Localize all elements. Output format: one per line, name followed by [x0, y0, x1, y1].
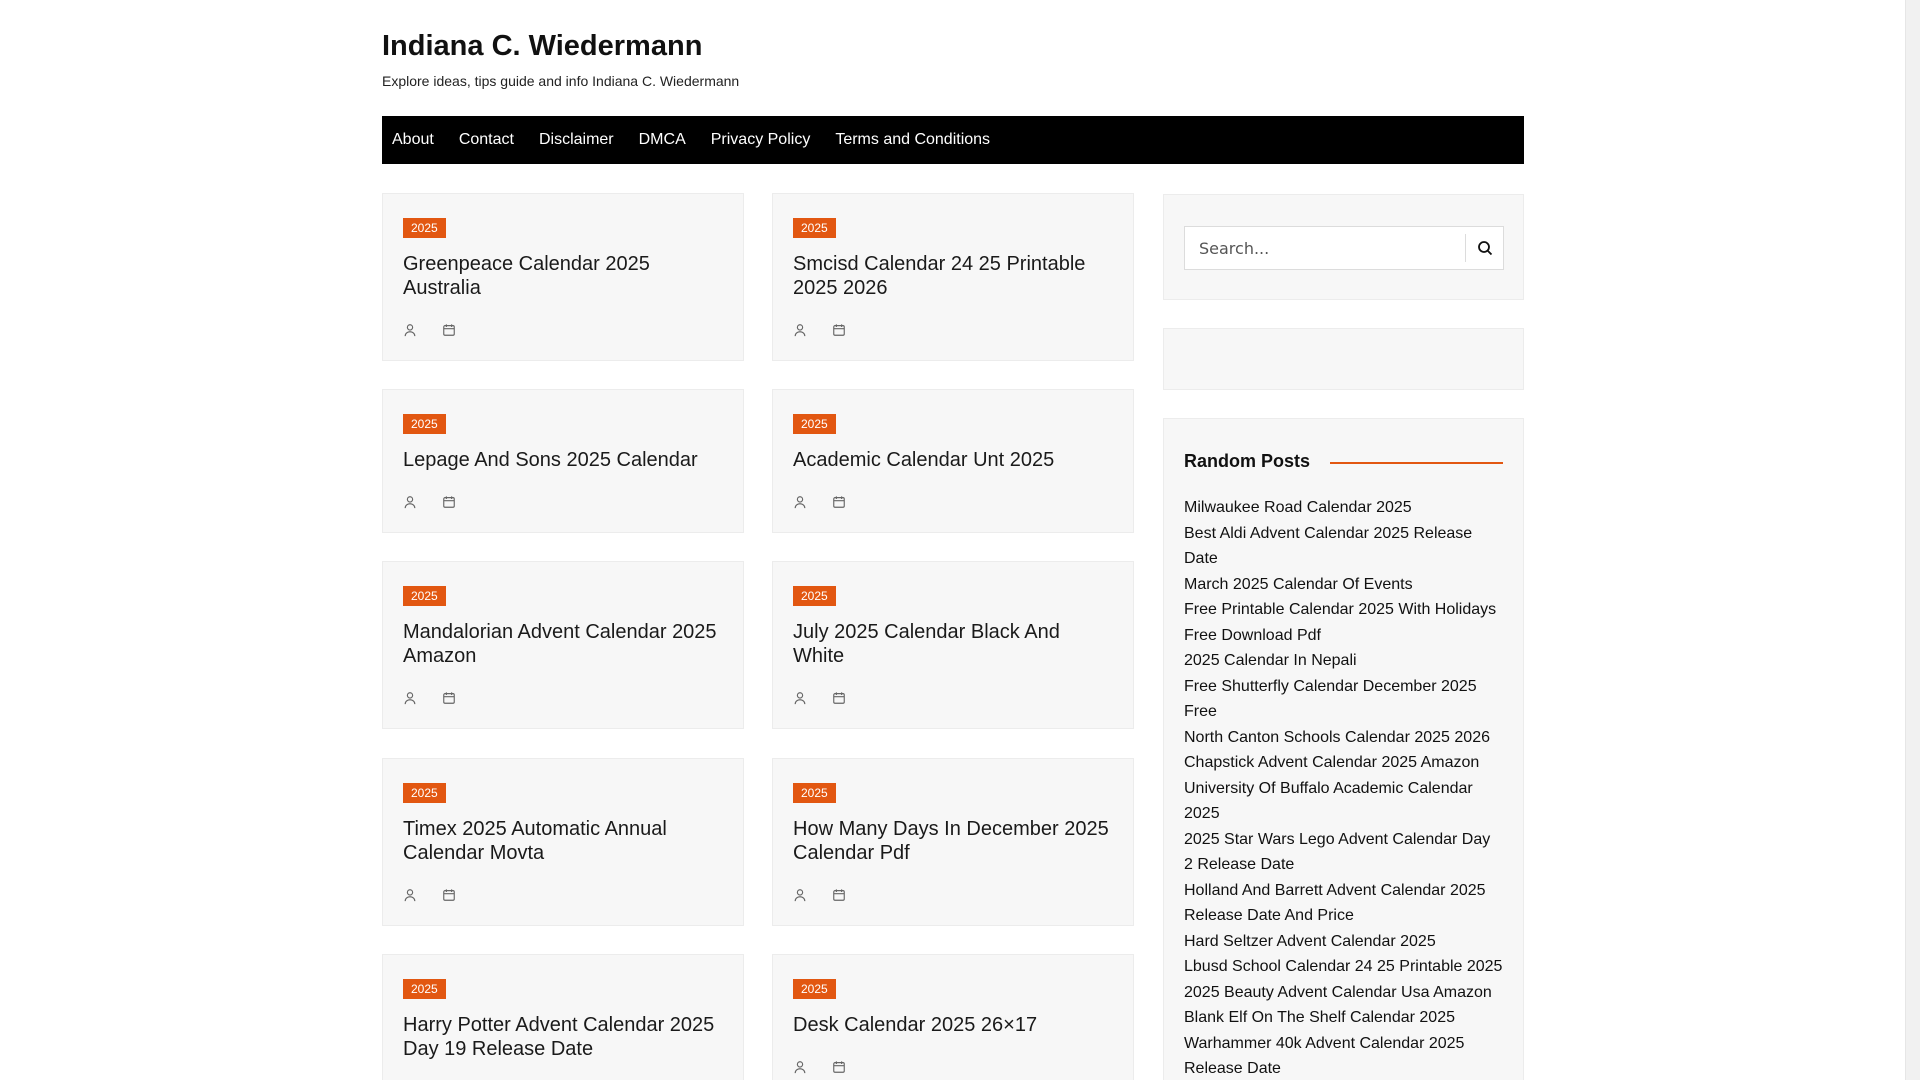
- page-scrollbar[interactable]: [1905, 0, 1920, 1080]
- post-card: 2025 Mandalorian Advent Calendar 2025 Am…: [382, 561, 744, 729]
- widget-title: Random Posts: [1184, 451, 1311, 471]
- category-badge[interactable]: 2025: [793, 783, 836, 803]
- random-post-link[interactable]: Best Aldi Advent Calendar 2025 Release D…: [1184, 521, 1503, 572]
- user-icon[interactable]: [403, 691, 417, 705]
- post-card: 2025 How Many Days In December 2025 Cale…: [772, 758, 1134, 926]
- calendar-icon[interactable]: [442, 495, 456, 509]
- title-divider: [1330, 462, 1503, 464]
- nav-item-disclaimer[interactable]: Disclaimer: [539, 116, 614, 164]
- user-icon[interactable]: [793, 1060, 807, 1074]
- category-badge[interactable]: 2025: [403, 218, 446, 238]
- random-post-link[interactable]: Chapstick Advent Calendar 2025 Amazon: [1184, 750, 1503, 776]
- post-card: 2025 Timex 2025 Automatic Annual Calenda…: [382, 758, 744, 926]
- site-title[interactable]: Indiana C. Wiedermann: [382, 28, 1524, 64]
- post-card: 2025 July 2025 Calendar Black And White: [772, 561, 1134, 729]
- calendar-icon[interactable]: [832, 323, 846, 337]
- user-icon[interactable]: [403, 323, 417, 337]
- post-card: 2025 Academic Calendar Unt 2025: [772, 389, 1134, 533]
- post-meta: [793, 690, 1113, 706]
- search-button[interactable]: [1465, 234, 1503, 262]
- search-icon: [1477, 240, 1493, 256]
- random-post-link[interactable]: March 2025 Calendar Of Events: [1184, 572, 1503, 598]
- user-icon[interactable]: [793, 888, 807, 902]
- user-icon[interactable]: [403, 495, 417, 509]
- category-badge[interactable]: 2025: [403, 414, 446, 434]
- post-title[interactable]: Academic Calendar Unt 2025: [793, 448, 1113, 472]
- random-post-link[interactable]: 2025 Calendar In Nepali: [1184, 648, 1503, 674]
- empty-widget: [1163, 328, 1524, 390]
- search-widget: [1163, 194, 1524, 300]
- site-header: Indiana C. Wiedermann Explore ideas, tip…: [382, 28, 1524, 90]
- post-card: 2025 Harry Potter Advent Calendar 2025 D…: [382, 954, 744, 1080]
- random-post-link[interactable]: North Canton Schools Calendar 2025 2026: [1184, 725, 1503, 751]
- user-icon[interactable]: [403, 888, 417, 902]
- category-badge[interactable]: 2025: [793, 218, 836, 238]
- calendar-icon[interactable]: [832, 495, 846, 509]
- calendar-icon[interactable]: [832, 1060, 846, 1074]
- random-post-link[interactable]: 2025 Beauty Advent Calendar Usa Amazon: [1184, 980, 1503, 1006]
- post-title[interactable]: Mandalorian Advent Calendar 2025 Amazon: [403, 620, 723, 668]
- post-meta: [403, 887, 723, 903]
- category-badge[interactable]: 2025: [403, 979, 446, 999]
- search-form: [1184, 226, 1504, 270]
- nav-item-terms[interactable]: Terms and Conditions: [835, 116, 990, 164]
- post-card: 2025 Desk Calendar 2025 26×17: [772, 954, 1134, 1080]
- post-title[interactable]: Smcisd Calendar 24 25 Printable 2025 202…: [793, 252, 1113, 300]
- post-title[interactable]: Timex 2025 Automatic Annual Calendar Mov…: [403, 817, 723, 865]
- post-meta: [793, 1059, 1113, 1075]
- calendar-icon[interactable]: [442, 323, 456, 337]
- post-meta: [793, 887, 1113, 903]
- post-card: 2025 Lepage And Sons 2025 Calendar: [382, 389, 744, 533]
- post-card: 2025 Greenpeace Calendar 2025 Australia: [382, 193, 744, 361]
- post-meta: [403, 494, 723, 510]
- post-title[interactable]: July 2025 Calendar Black And White: [793, 620, 1113, 668]
- post-title[interactable]: Greenpeace Calendar 2025 Australia: [403, 252, 723, 300]
- user-icon[interactable]: [793, 323, 807, 337]
- random-post-link[interactable]: Holland And Barrett Advent Calendar 2025…: [1184, 878, 1503, 929]
- post-title[interactable]: Desk Calendar 2025 26×17: [793, 1013, 1113, 1037]
- post-title[interactable]: How Many Days In December 2025 Calendar …: [793, 817, 1113, 865]
- post-meta: [793, 322, 1113, 338]
- random-post-link[interactable]: Free Printable Calendar 2025 With Holida…: [1184, 597, 1503, 648]
- calendar-icon[interactable]: [442, 691, 456, 705]
- post-card: 2025 Smcisd Calendar 24 25 Printable 202…: [772, 193, 1134, 361]
- calendar-icon[interactable]: [832, 691, 846, 705]
- random-post-link[interactable]: Warhammer 40k Advent Calendar 2025 Relea…: [1184, 1031, 1503, 1080]
- random-post-link[interactable]: University Of Buffalo Academic Calendar …: [1184, 776, 1503, 827]
- post-title[interactable]: Harry Potter Advent Calendar 2025 Day 19…: [403, 1013, 723, 1061]
- category-badge[interactable]: 2025: [403, 586, 446, 606]
- random-post-link[interactable]: Lbusd School Calendar 24 25 Printable 20…: [1184, 954, 1503, 980]
- post-title[interactable]: Lepage And Sons 2025 Calendar: [403, 448, 723, 472]
- calendar-icon[interactable]: [832, 888, 846, 902]
- random-post-link[interactable]: Blank Elf On The Shelf Calendar 2025: [1184, 1005, 1503, 1031]
- category-badge[interactable]: 2025: [793, 586, 836, 606]
- nav-item-dmca[interactable]: DMCA: [639, 116, 686, 164]
- nav-item-contact[interactable]: Contact: [459, 116, 514, 164]
- main-nav: About Contact Disclaimer DMCA Privacy Po…: [382, 116, 1524, 164]
- site-description: Explore ideas, tips guide and info India…: [382, 73, 740, 89]
- post-meta: [403, 690, 723, 706]
- category-badge[interactable]: 2025: [403, 783, 446, 803]
- random-posts-list: Milwaukee Road Calendar 2025 Best Aldi A…: [1184, 495, 1503, 1080]
- calendar-icon[interactable]: [442, 888, 456, 902]
- user-icon[interactable]: [793, 691, 807, 705]
- nav-item-about[interactable]: About: [392, 116, 434, 164]
- random-post-link[interactable]: Free Shutterfly Calendar December 2025 F…: [1184, 674, 1503, 725]
- random-post-link[interactable]: 2025 Star Wars Lego Advent Calendar Day …: [1184, 827, 1503, 878]
- random-post-link[interactable]: Milwaukee Road Calendar 2025: [1184, 495, 1503, 521]
- search-input[interactable]: [1185, 227, 1465, 269]
- post-meta: [403, 322, 723, 338]
- category-badge[interactable]: 2025: [793, 979, 836, 999]
- random-post-link[interactable]: Hard Seltzer Advent Calendar 2025: [1184, 929, 1503, 955]
- random-posts-widget: Random Posts Milwaukee Road Calendar 202…: [1163, 418, 1524, 1080]
- user-icon[interactable]: [793, 495, 807, 509]
- post-meta: [793, 494, 1113, 510]
- category-badge[interactable]: 2025: [793, 414, 836, 434]
- nav-item-privacy-policy[interactable]: Privacy Policy: [711, 116, 811, 164]
- widget-header: Random Posts: [1184, 449, 1503, 473]
